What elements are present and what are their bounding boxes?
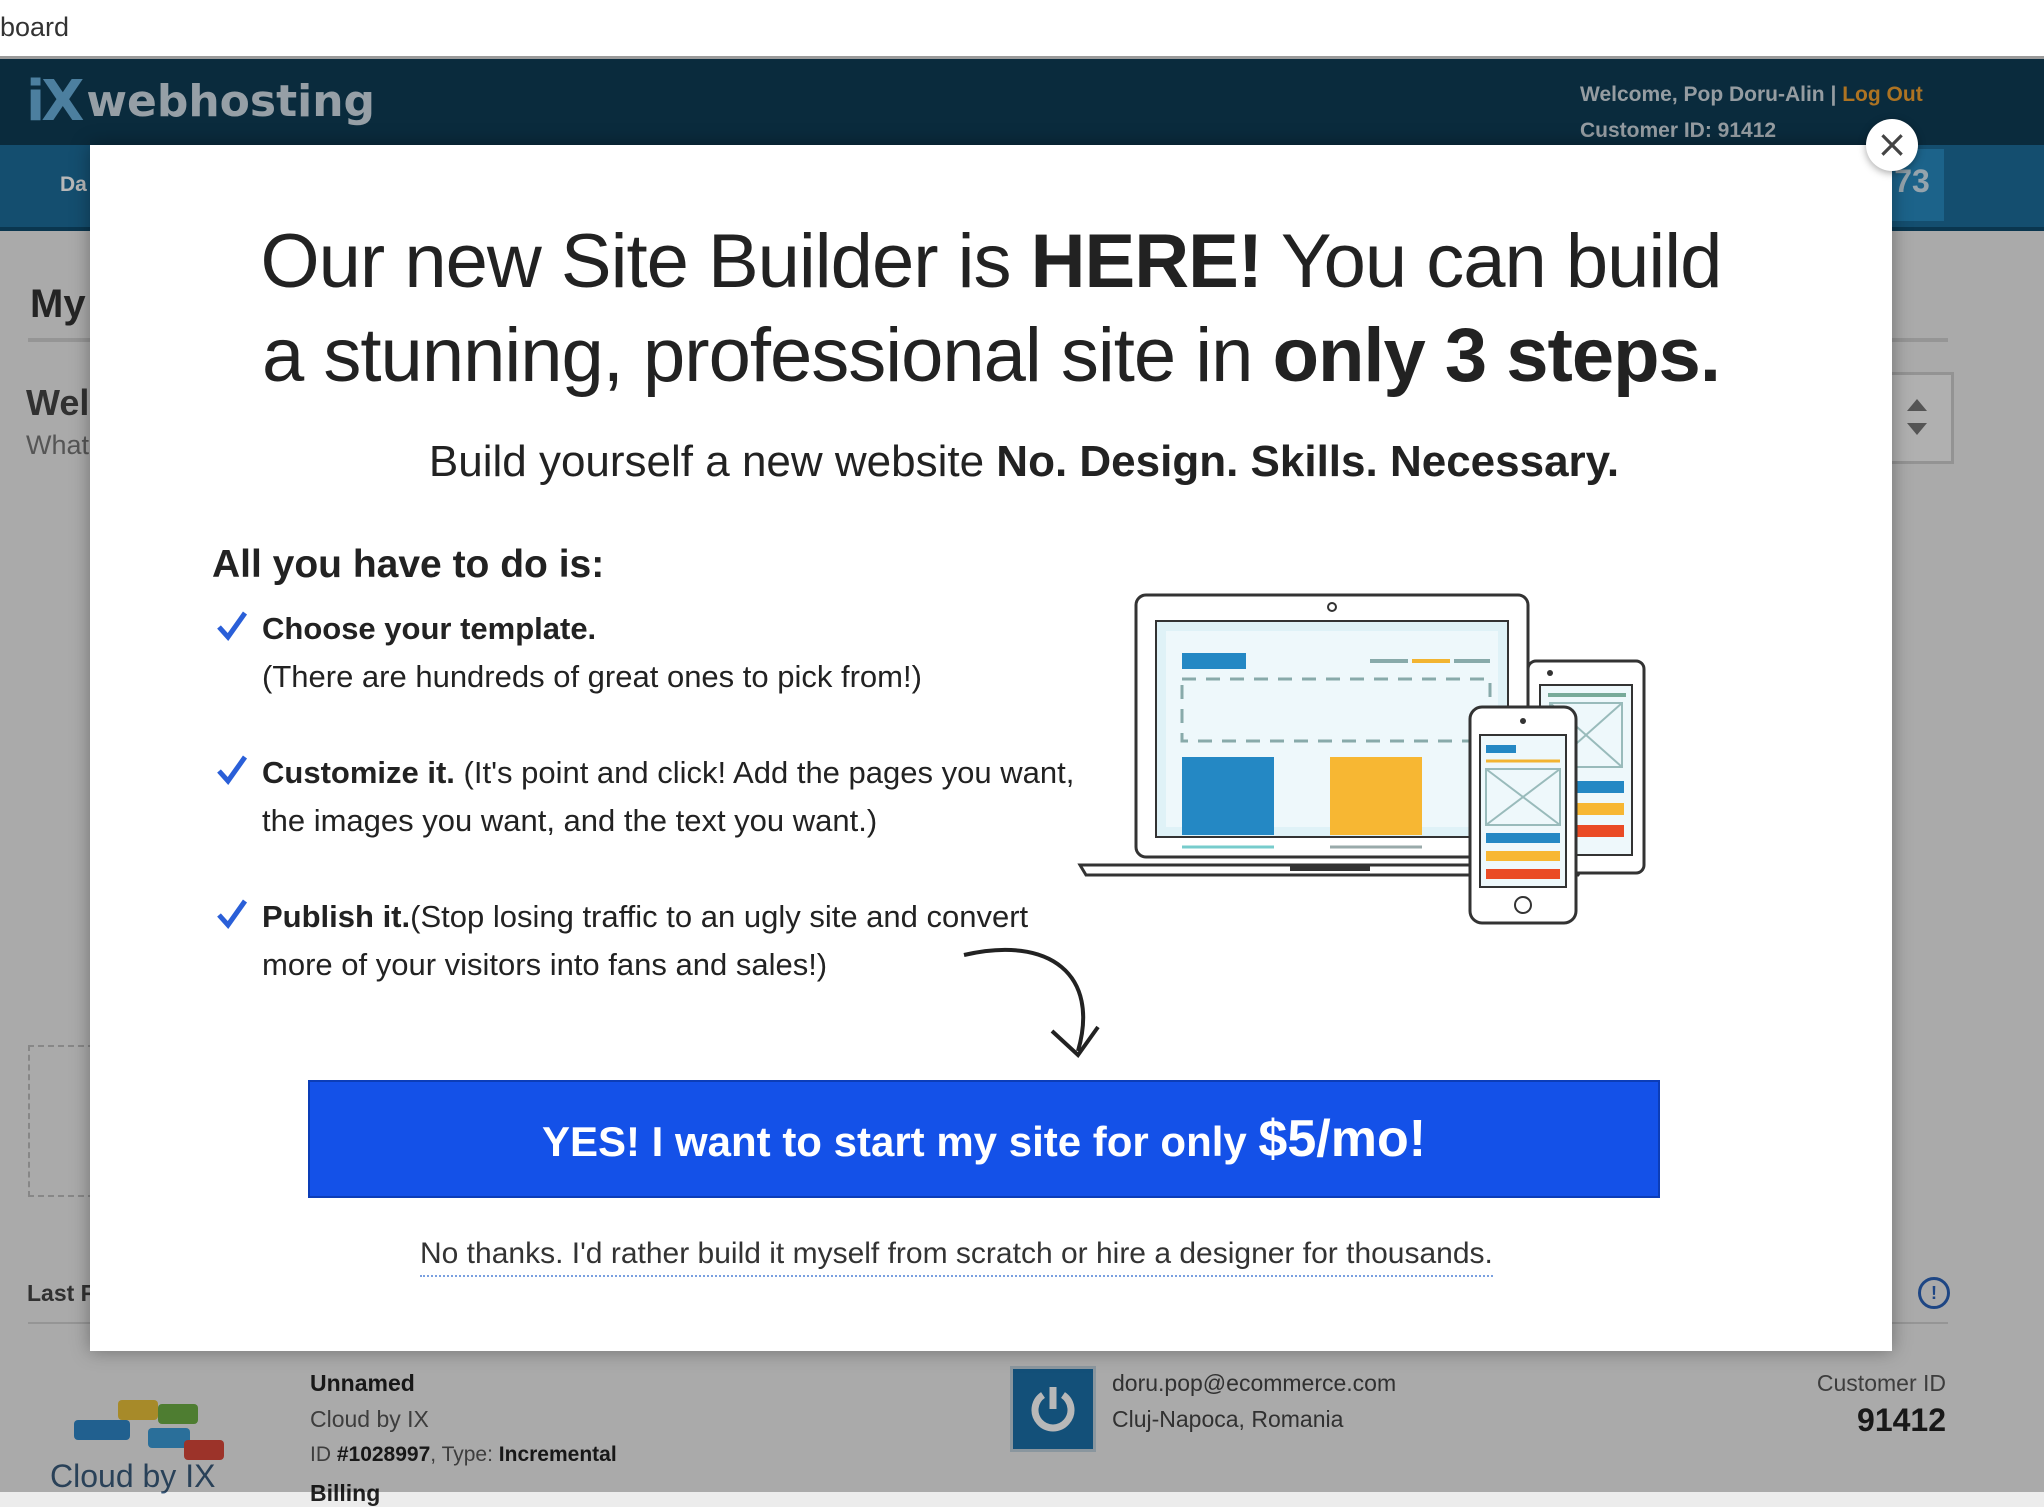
cta-price: $5/mo!: [1258, 1110, 1427, 1168]
cta-text: YES! I want to start my site for only: [541, 1118, 1259, 1165]
site-builder-modal: Our new Site Builder is HERE! You can bu…: [90, 145, 1892, 1351]
subline-part: Build yourself a new website: [428, 437, 997, 486]
checkmark-icon: [217, 755, 248, 785]
headline-part: Our new Site Builder is: [260, 219, 1031, 304]
close-modal-button[interactable]: ×: [1866, 119, 1918, 171]
headline-part: a stunning, professional site in: [262, 313, 1273, 398]
curved-arrow-icon: [963, 947, 1100, 1059]
headline-emphasis: only 3 steps.: [1272, 313, 1721, 398]
checkmark-icon: [217, 611, 248, 641]
modal-subheadline: Build yourself a new website No. Design.…: [90, 437, 1892, 487]
start-site-cta-button[interactable]: YES! I want to start my site for only $5…: [308, 1080, 1660, 1198]
decline-link[interactable]: No thanks. I'd rather build it myself fr…: [420, 1237, 1493, 1277]
headline-emphasis: HERE!: [1030, 219, 1263, 304]
browser-address-bar[interactable]: board: [0, 0, 2044, 59]
modal-headline: Our new Site Builder is HERE! You can bu…: [90, 215, 1892, 403]
address-text[interactable]: board: [0, 12, 69, 43]
subline-emphasis: No. Design. Skills. Necessary.: [996, 437, 1620, 486]
steps-title: All you have to do is:: [212, 543, 605, 586]
step-title: Choose your template.: [262, 611, 597, 646]
step-description: (There are hundreds of great ones to pic…: [262, 659, 922, 694]
devices-illustration: [1077, 593, 1646, 925]
checkmark-icon: [217, 899, 248, 929]
step-title: Publish it.: [262, 899, 411, 934]
step-title: Customize it.: [262, 755, 455, 790]
headline-part: You can build: [1262, 219, 1723, 304]
